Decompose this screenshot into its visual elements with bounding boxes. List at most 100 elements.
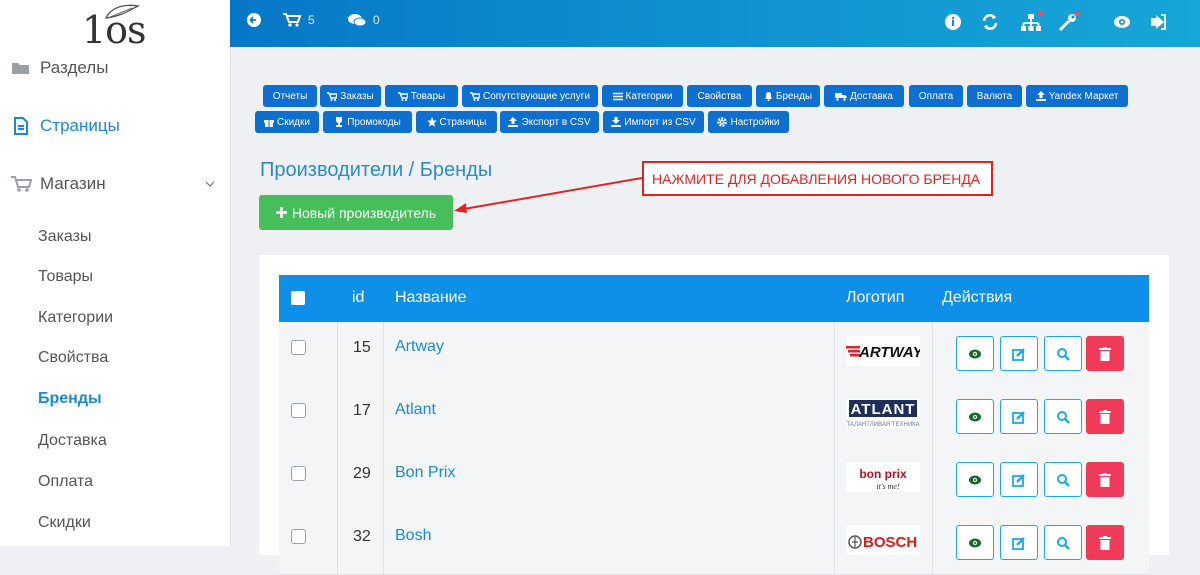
search-button[interactable]	[1044, 462, 1082, 497]
new-manufacturer-button[interactable]: Новый производитель	[259, 195, 453, 230]
delete-button[interactable]	[1086, 462, 1124, 497]
cart-icon	[283, 13, 302, 27]
delete-button[interactable]	[1086, 336, 1124, 371]
row-name-link[interactable]: Atlant	[395, 401, 436, 419]
menu-label: Свойства	[697, 90, 742, 102]
menu-import-csv-button[interactable]: Импорт из CSV	[603, 111, 704, 133]
menu-settings-button[interactable]: Настройки	[708, 111, 789, 133]
menu-label: Сопутствующие услуги	[483, 90, 590, 102]
column-name[interactable]: Название	[395, 289, 467, 307]
atlant-logo: ATLANT ТАЛАНТЛИВАЯ ТЕХНИКА	[846, 400, 920, 428]
edit-icon	[1012, 536, 1025, 550]
menu-services-button[interactable]: Сопутствующие услуги	[462, 85, 598, 107]
comments-counter[interactable]: 0	[347, 12, 380, 28]
download-icon	[611, 117, 622, 127]
trash-icon	[1099, 535, 1111, 550]
svg-text:ARTWAY: ARTWAY	[858, 344, 920, 359]
menu-label: Товары	[410, 90, 446, 102]
view-button[interactable]	[956, 525, 994, 560]
sidebar-item-discounts[interactable]: Скидки	[38, 514, 91, 532]
menu-orders-button[interactable]: Заказы	[320, 85, 381, 107]
row-name-link[interactable]: Bosh	[395, 527, 431, 545]
search-button[interactable]	[1044, 336, 1082, 371]
sidebar-item-payment[interactable]: Оплата	[38, 473, 93, 491]
sidebar-item-properties[interactable]: Свойства	[38, 349, 108, 367]
chevron-down-icon[interactable]	[204, 178, 216, 190]
delete-button[interactable]	[1086, 399, 1124, 434]
menu-discounts-button[interactable]: Скидки	[255, 111, 319, 133]
menu-label: Настройки	[730, 116, 780, 128]
sidebar-item-orders[interactable]: Заказы	[38, 228, 91, 246]
comments-icon	[348, 14, 367, 27]
sitemap-button[interactable]	[1020, 11, 1043, 34]
menu-properties-button[interactable]: Свойства	[687, 85, 752, 107]
info-icon[interactable]	[943, 12, 965, 34]
row-checkbox[interactable]	[291, 403, 306, 418]
menu-pages-button[interactable]: Страницы	[416, 111, 497, 133]
brand-logo: bon prix it's me!	[846, 462, 920, 492]
menu-reports-button[interactable]: Отчеты	[263, 85, 317, 107]
view-button[interactable]	[956, 336, 994, 371]
edit-button[interactable]	[1000, 462, 1038, 497]
svg-text:bon prix: bon prix	[859, 467, 907, 481]
edit-button[interactable]	[1000, 525, 1038, 560]
menu-label: Доставка	[850, 90, 893, 102]
eye-icon[interactable]	[1112, 12, 1134, 34]
truck-icon	[835, 92, 848, 101]
sidebar-item-delivery[interactable]: Доставка	[38, 432, 107, 450]
search-button[interactable]	[1044, 399, 1082, 434]
menu-currency-button[interactable]: Валюта	[967, 85, 1022, 107]
menu-products-button[interactable]: Товары	[385, 85, 458, 107]
edit-button[interactable]	[1000, 399, 1038, 434]
sidebar-item-shop[interactable]: Магазин	[10, 172, 106, 196]
select-all-checkbox[interactable]	[291, 291, 305, 305]
menu-payment-button[interactable]: Оплата	[909, 85, 963, 107]
menu-yandex-market-button[interactable]: Yandex Маркет	[1026, 85, 1128, 107]
trash-icon	[1099, 409, 1111, 424]
cart-count: 5	[308, 13, 315, 27]
svg-text:ТАЛАНТЛИВАЯ ТЕХНИКА: ТАЛАНТЛИВАЯ ТЕХНИКА	[846, 422, 919, 428]
menu-delivery-button[interactable]: Доставка	[824, 85, 904, 107]
delete-button[interactable]	[1086, 525, 1124, 560]
edit-button[interactable]	[1000, 336, 1038, 371]
sidebar-item-label: Страницы	[40, 116, 120, 135]
refresh-icon[interactable]	[980, 12, 1002, 34]
logout-icon[interactable]	[1148, 12, 1170, 34]
row-checkbox[interactable]	[291, 529, 306, 544]
table-row: 29 Bon Prix bon prix it's me!	[279, 448, 1149, 512]
back-button[interactable]	[246, 12, 262, 28]
menu-label: Оплата	[918, 90, 954, 102]
row-id: 29	[353, 465, 371, 482]
search-button[interactable]	[1044, 525, 1082, 560]
logo[interactable]: 1os	[82, 2, 152, 49]
trash-icon	[1099, 346, 1111, 361]
row-name-link[interactable]: Artway	[395, 338, 444, 356]
column-logo: Логотип	[846, 289, 905, 306]
notification-dot	[1038, 11, 1043, 16]
menu-promocodes-button[interactable]: Промокоды	[323, 111, 412, 133]
sidebar-item-categories[interactable]: Категории	[38, 309, 113, 327]
sidebar-item-brands[interactable]: Бренды	[38, 390, 102, 408]
menu-categories-button[interactable]: Категории	[602, 85, 683, 107]
menu-export-csv-button[interactable]: Экспорт в CSV	[500, 111, 599, 133]
view-button[interactable]	[956, 462, 994, 497]
bonprix-logo: bon prixit's me!	[859, 467, 907, 491]
sidebar-item-products[interactable]: Товары	[38, 268, 93, 286]
sidebar-item-sections[interactable]: Разделы	[10, 56, 108, 80]
row-id: 32	[353, 528, 371, 545]
brand-logo: BOSCH	[846, 525, 920, 555]
cart-counter[interactable]: 5	[282, 12, 315, 28]
upload-icon	[508, 117, 519, 127]
search-icon	[1057, 347, 1070, 361]
column-id[interactable]: id	[352, 289, 364, 307]
row-checkbox[interactable]	[291, 466, 306, 481]
search-icon	[1057, 536, 1070, 550]
menu-label: Страницы	[439, 116, 487, 128]
row-checkbox[interactable]	[291, 340, 306, 355]
view-button[interactable]	[956, 399, 994, 434]
row-name-link[interactable]: Bon Prix	[395, 464, 455, 482]
gear-icon	[717, 117, 728, 127]
tools-button[interactable]	[1057, 11, 1080, 34]
sidebar-item-pages[interactable]: Страницы	[10, 114, 120, 138]
menu-brands-button[interactable]: Бренды	[756, 85, 820, 107]
